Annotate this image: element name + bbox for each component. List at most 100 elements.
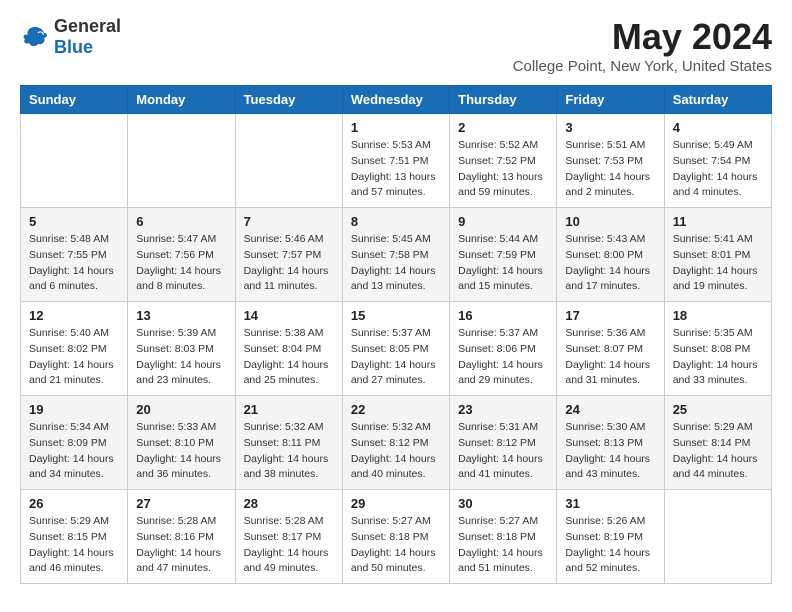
day-info: Sunrise: 5:37 AM Sunset: 8:05 PM Dayligh… (351, 326, 441, 389)
day-number: 7 (244, 214, 334, 229)
weekday-header-saturday: Saturday (664, 86, 771, 114)
weekday-header-friday: Friday (557, 86, 664, 114)
day-number: 12 (29, 308, 119, 323)
weekday-header-monday: Monday (128, 86, 235, 114)
calendar-cell: 8 Sunrise: 5:45 AM Sunset: 7:58 PM Daylig… (342, 208, 449, 302)
calendar-cell (21, 114, 128, 208)
day-info: Sunrise: 5:53 AM Sunset: 7:51 PM Dayligh… (351, 138, 441, 201)
calendar-cell: 4 Sunrise: 5:49 AM Sunset: 7:54 PM Daylig… (664, 114, 771, 208)
calendar-cell: 3 Sunrise: 5:51 AM Sunset: 7:53 PM Daylig… (557, 114, 664, 208)
day-number: 25 (673, 402, 763, 417)
day-number: 16 (458, 308, 548, 323)
day-info: Sunrise: 5:36 AM Sunset: 8:07 PM Dayligh… (565, 326, 655, 389)
day-info: Sunrise: 5:41 AM Sunset: 8:01 PM Dayligh… (673, 232, 763, 295)
calendar-cell: 9 Sunrise: 5:44 AM Sunset: 7:59 PM Daylig… (450, 208, 557, 302)
day-number: 13 (136, 308, 226, 323)
calendar-cell: 20 Sunrise: 5:33 AM Sunset: 8:10 PM Dayli… (128, 396, 235, 490)
day-info: Sunrise: 5:26 AM Sunset: 8:19 PM Dayligh… (565, 514, 655, 577)
location-title: College Point, New York, United States (513, 58, 772, 75)
day-info: Sunrise: 5:32 AM Sunset: 8:12 PM Dayligh… (351, 420, 441, 483)
day-info: Sunrise: 5:47 AM Sunset: 7:56 PM Dayligh… (136, 232, 226, 295)
calendar-cell (128, 114, 235, 208)
calendar-cell: 25 Sunrise: 5:29 AM Sunset: 8:14 PM Dayli… (664, 396, 771, 490)
logo-blue: Blue (54, 37, 93, 57)
day-number: 26 (29, 496, 119, 511)
day-info: Sunrise: 5:31 AM Sunset: 8:12 PM Dayligh… (458, 420, 548, 483)
calendar-week-2: 5Sunrise: 5:48 AM Sunset: 7:55 PM Daylig… (21, 208, 772, 302)
calendar-cell: 24 Sunrise: 5:30 AM Sunset: 8:13 PM Dayli… (557, 396, 664, 490)
day-info: Sunrise: 5:44 AM Sunset: 7:59 PM Dayligh… (458, 232, 548, 295)
day-number: 1 (351, 120, 441, 135)
calendar-cell: 12Sunrise: 5:40 AM Sunset: 8:02 PM Dayli… (21, 302, 128, 396)
calendar-week-5: 26 Sunrise: 5:29 AM Sunset: 8:15 PM Dayli… (21, 490, 772, 584)
calendar-cell: 21 Sunrise: 5:32 AM Sunset: 8:11 PM Dayli… (235, 396, 342, 490)
day-info: Sunrise: 5:43 AM Sunset: 8:00 PM Dayligh… (565, 232, 655, 295)
day-info: Sunrise: 5:38 AM Sunset: 8:04 PM Dayligh… (244, 326, 334, 389)
day-info: Sunrise: 5:29 AM Sunset: 8:15 PM Dayligh… (29, 514, 119, 577)
day-number: 14 (244, 308, 334, 323)
day-info: Sunrise: 5:39 AM Sunset: 8:03 PM Dayligh… (136, 326, 226, 389)
weekday-header-sunday: Sunday (21, 86, 128, 114)
calendar-cell (664, 490, 771, 584)
day-number: 24 (565, 402, 655, 417)
day-number: 17 (565, 308, 655, 323)
day-info: Sunrise: 5:33 AM Sunset: 8:10 PM Dayligh… (136, 420, 226, 483)
calendar-week-1: 1 Sunrise: 5:53 AM Sunset: 7:51 PM Daylig… (21, 114, 772, 208)
calendar-cell: 13 Sunrise: 5:39 AM Sunset: 8:03 PM Dayli… (128, 302, 235, 396)
day-info: Sunrise: 5:46 AM Sunset: 7:57 PM Dayligh… (244, 232, 334, 295)
day-info: Sunrise: 5:32 AM Sunset: 8:11 PM Dayligh… (244, 420, 334, 483)
calendar-cell: 30 Sunrise: 5:27 AM Sunset: 8:18 PM Dayli… (450, 490, 557, 584)
logo: General Blue (20, 16, 121, 58)
calendar-cell: 6Sunrise: 5:47 AM Sunset: 7:56 PM Daylig… (128, 208, 235, 302)
calendar-cell (235, 114, 342, 208)
calendar-cell: 14 Sunrise: 5:38 AM Sunset: 8:04 PM Dayli… (235, 302, 342, 396)
day-info: Sunrise: 5:49 AM Sunset: 7:54 PM Dayligh… (673, 138, 763, 201)
day-number: 4 (673, 120, 763, 135)
day-number: 30 (458, 496, 548, 511)
calendar-cell: 1 Sunrise: 5:53 AM Sunset: 7:51 PM Daylig… (342, 114, 449, 208)
logo-general: General (54, 16, 121, 36)
logo-text: General Blue (54, 16, 121, 58)
calendar-cell: 5Sunrise: 5:48 AM Sunset: 7:55 PM Daylig… (21, 208, 128, 302)
day-number: 18 (673, 308, 763, 323)
day-info: Sunrise: 5:29 AM Sunset: 8:14 PM Dayligh… (673, 420, 763, 483)
day-info: Sunrise: 5:45 AM Sunset: 7:58 PM Dayligh… (351, 232, 441, 295)
day-info: Sunrise: 5:52 AM Sunset: 7:52 PM Dayligh… (458, 138, 548, 201)
calendar-cell: 7 Sunrise: 5:46 AM Sunset: 7:57 PM Daylig… (235, 208, 342, 302)
calendar: SundayMondayTuesdayWednesdayThursdayFrid… (20, 85, 772, 584)
calendar-cell: 19 Sunrise: 5:34 AM Sunset: 8:09 PM Dayli… (21, 396, 128, 490)
calendar-cell: 15Sunrise: 5:37 AM Sunset: 8:05 PM Dayli… (342, 302, 449, 396)
day-number: 21 (244, 402, 334, 417)
day-info: Sunrise: 5:30 AM Sunset: 8:13 PM Dayligh… (565, 420, 655, 483)
calendar-cell: 10 Sunrise: 5:43 AM Sunset: 8:00 PM Dayli… (557, 208, 664, 302)
calendar-week-4: 19 Sunrise: 5:34 AM Sunset: 8:09 PM Dayli… (21, 396, 772, 490)
weekday-header-tuesday: Tuesday (235, 86, 342, 114)
calendar-header-row: SundayMondayTuesdayWednesdayThursdayFrid… (21, 86, 772, 114)
day-info: Sunrise: 5:51 AM Sunset: 7:53 PM Dayligh… (565, 138, 655, 201)
title-section: May 2024 College Point, New York, United… (513, 16, 772, 75)
day-info: Sunrise: 5:28 AM Sunset: 8:17 PM Dayligh… (244, 514, 334, 577)
day-info: Sunrise: 5:28 AM Sunset: 8:16 PM Dayligh… (136, 514, 226, 577)
calendar-cell: 11Sunrise: 5:41 AM Sunset: 8:01 PM Dayli… (664, 208, 771, 302)
weekday-header-wednesday: Wednesday (342, 86, 449, 114)
calendar-cell: 2Sunrise: 5:52 AM Sunset: 7:52 PM Daylig… (450, 114, 557, 208)
day-number: 8 (351, 214, 441, 229)
calendar-cell: 23Sunrise: 5:31 AM Sunset: 8:12 PM Dayli… (450, 396, 557, 490)
calendar-cell: 26 Sunrise: 5:29 AM Sunset: 8:15 PM Dayli… (21, 490, 128, 584)
day-number: 10 (565, 214, 655, 229)
calendar-cell: 16Sunrise: 5:37 AM Sunset: 8:06 PM Dayli… (450, 302, 557, 396)
calendar-cell: 31Sunrise: 5:26 AM Sunset: 8:19 PM Dayli… (557, 490, 664, 584)
day-number: 29 (351, 496, 441, 511)
day-number: 3 (565, 120, 655, 135)
day-number: 27 (136, 496, 226, 511)
day-number: 9 (458, 214, 548, 229)
day-info: Sunrise: 5:27 AM Sunset: 8:18 PM Dayligh… (458, 514, 548, 577)
day-info: Sunrise: 5:34 AM Sunset: 8:09 PM Dayligh… (29, 420, 119, 483)
day-number: 28 (244, 496, 334, 511)
calendar-week-3: 12Sunrise: 5:40 AM Sunset: 8:02 PM Dayli… (21, 302, 772, 396)
header: General Blue May 2024 College Point, New… (20, 16, 772, 75)
weekday-header-thursday: Thursday (450, 86, 557, 114)
day-info: Sunrise: 5:27 AM Sunset: 8:18 PM Dayligh… (351, 514, 441, 577)
day-number: 19 (29, 402, 119, 417)
day-number: 20 (136, 402, 226, 417)
